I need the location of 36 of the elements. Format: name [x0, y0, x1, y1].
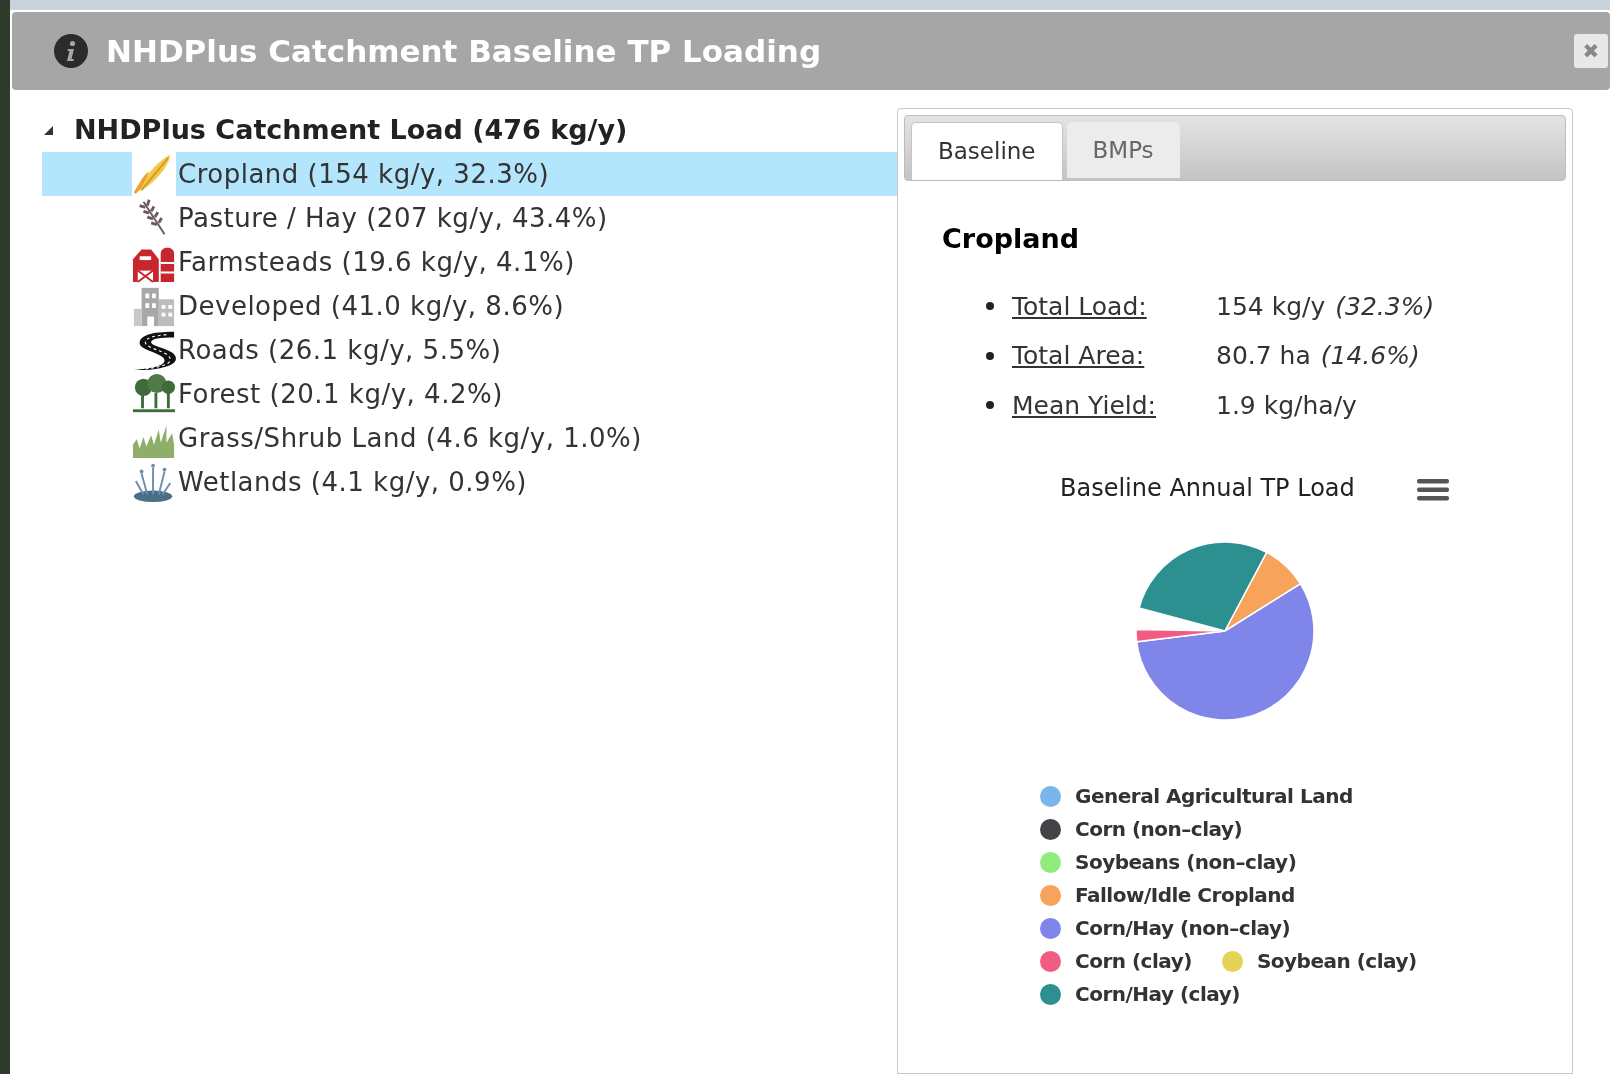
tree-root-label[interactable]: NHDPlus Catchment Load (476 kg/y) — [74, 109, 628, 151]
menu-icon[interactable] — [1416, 477, 1449, 503]
legend-item[interactable]: Fallow/Idle Cropland — [1075, 880, 1295, 910]
stat-value: 80.7 ha — [1216, 340, 1311, 372]
expanded-arrow-icon[interactable] — [42, 124, 54, 136]
stat-link[interactable]: Total Area: — [1012, 337, 1216, 375]
window-title: NHDPlus Catchment Baseline TP Loading — [106, 31, 822, 71]
legend-item[interactable]: Soybeans (non–clay) — [1075, 847, 1297, 877]
tree-item[interactable]: Wetlands (4.1 kg/y, 0.9%) — [176, 460, 897, 504]
tab[interactable]: BMPs — [1066, 122, 1180, 178]
tree-item[interactable]: Roads (26.1 kg/y, 5.5%) — [176, 328, 897, 372]
legend-item[interactable]: Soybean (clay) — [1256, 946, 1417, 976]
legend-item[interactable]: Corn/Hay (clay) — [1075, 979, 1240, 1009]
info-icon — [54, 34, 88, 68]
tree-item[interactable]: Grass/Shrub Land (4.6 kg/y, 1.0%) — [176, 416, 897, 460]
legend-item[interactable]: Corn (clay) — [1075, 946, 1192, 976]
tree-item[interactable]: Pasture / Hay (207 kg/y, 43.4%) — [176, 196, 897, 240]
legend-item[interactable]: Corn (non–clay) — [1075, 814, 1243, 844]
stat-value: 154 kg/y — [1216, 290, 1326, 323]
legend-item[interactable]: General Agricultural Land — [1075, 781, 1353, 811]
tree-item[interactable]: Cropland (154 kg/y, 32.3%) — [176, 152, 897, 196]
tree-item[interactable]: Developed (41.0 kg/y, 8.6%) — [176, 284, 897, 328]
stat-percent: (14.6%) — [1320, 340, 1420, 372]
bullet-icon — [986, 401, 994, 410]
stat-link[interactable]: Mean Yield: — [1012, 386, 1216, 424]
chart-title: Baseline Annual TP Load — [1060, 473, 1355, 504]
bullet-icon — [986, 302, 994, 311]
stat-link[interactable]: Total Load: — [1012, 287, 1216, 325]
tab[interactable]: Baseline — [911, 122, 1063, 180]
bullet-icon — [986, 351, 994, 360]
stat-percent: (32.3%) — [1335, 290, 1435, 323]
stat-value: 1.9 kg/ha/y — [1216, 389, 1357, 422]
section-heading: Cropland — [942, 222, 1081, 256]
tree-item[interactable]: Forest (20.1 kg/y, 4.2%) — [176, 372, 897, 416]
tree-item[interactable]: Farmsteads (19.6 kg/y, 4.1%) — [176, 240, 897, 284]
legend-item[interactable]: Corn/Hay (non–clay) — [1075, 913, 1291, 943]
